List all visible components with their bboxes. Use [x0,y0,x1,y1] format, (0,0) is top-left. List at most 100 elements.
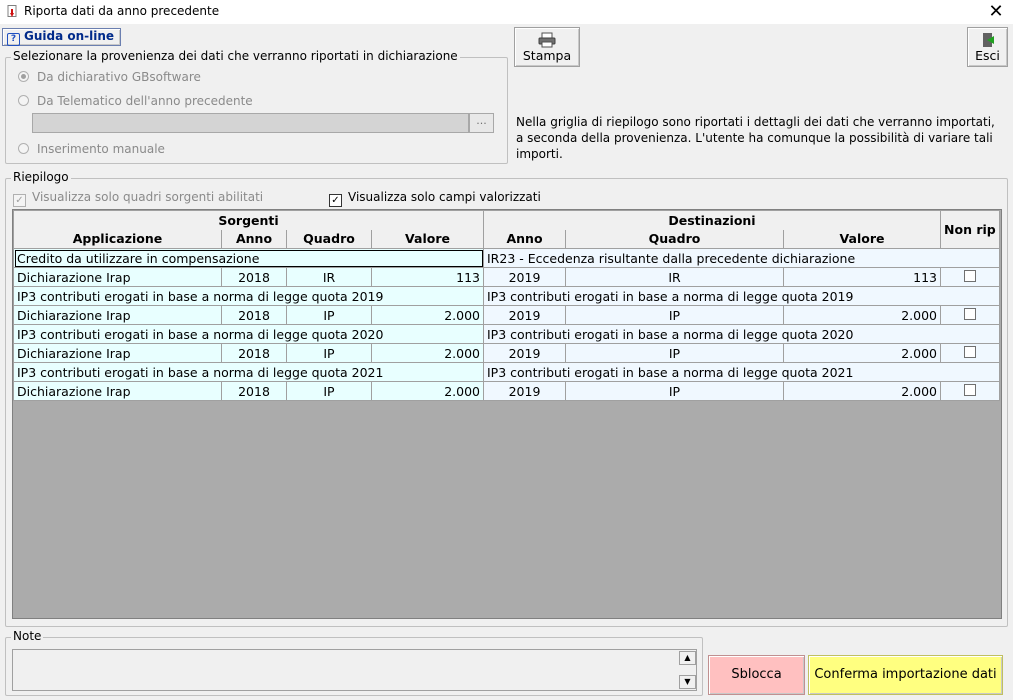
checkbox-box: ✓ [13,194,26,207]
printer-icon [538,32,556,48]
guida-online-label: Guida on-line [24,29,115,43]
non-rip-checkbox[interactable] [963,307,976,320]
cell-valore-dst[interactable]: 113 [783,267,941,287]
cell-quadro-src[interactable]: IP [286,305,372,325]
checkbox-label: Visualizza solo campi valorizzati [348,190,541,204]
note-textarea[interactable]: ▲ ▼ [12,649,697,691]
cell-valore-dst[interactable]: 2.000 [783,343,941,363]
cell-anno-dst[interactable]: 2019 [483,381,566,401]
header-valore-src: Valore [371,229,484,249]
radio-manuale[interactable]: Inserimento manuale [18,142,165,156]
sblocca-button[interactable]: Sblocca [708,655,805,695]
table-row[interactable]: Dichiarazione Irap 2018 IP 2.000 2019 IP… [13,381,1000,401]
close-icon[interactable]: ✕ [985,1,1007,23]
non-rip-checkbox[interactable] [963,345,976,358]
cell-valore-dst[interactable]: 2.000 [783,305,941,325]
table-row[interactable]: Dichiarazione Irap 2018 IR 113 2019 IR 1… [13,267,1000,287]
cell-applicazione[interactable]: Dichiarazione Irap [13,305,222,325]
cell-anno-src[interactable]: 2018 [221,305,287,325]
radio-dichiarativo[interactable]: Da dichiarativo GBsoftware [18,70,201,84]
cell-dst-description[interactable]: IP3 contributi erogati in base a norma d… [483,286,1000,306]
note-title: Note [11,629,44,643]
header-quadro-src: Quadro [286,229,372,249]
app-icon [7,5,17,17]
riepilogo-title: Riepilogo [11,170,71,184]
table-row[interactable]: Dichiarazione Irap 2018 IP 2.000 2019 IP… [13,305,1000,325]
cell-non-rip[interactable] [940,267,1000,287]
radio-label: Da dichiarativo GBsoftware [37,70,201,84]
radio-telematico[interactable]: Da Telematico dell'anno precedente [18,94,253,108]
radio-label: Inserimento manuale [37,142,165,156]
table-row-description[interactable]: Credito da utilizzare in compensazione I… [13,248,1000,268]
help-icon: ? [7,33,20,46]
cell-anno-dst[interactable]: 2019 [483,267,566,287]
cell-quadro-src[interactable]: IR [286,267,372,287]
table-row-description[interactable]: IP3 contributi erogati in base a norma d… [13,286,1000,306]
esci-button[interactable]: Esci [967,27,1008,67]
cell-anno-dst[interactable]: 2019 [483,305,566,325]
header-non-rip: Non rip [940,210,1000,249]
conferma-importazione-button[interactable]: Conferma importazione dati [808,655,1003,695]
riepilogo-grid[interactable]: Sorgenti Destinazioni Non rip Applicazio… [12,209,1002,619]
check-quadri-abilitati[interactable]: ✓ Visualizza solo quadri sorgenti abilita… [13,190,263,207]
radio-label: Da Telematico dell'anno precedente [37,94,253,108]
window-title: Riporta dati da anno precedente [24,4,220,18]
stampa-button[interactable]: Stampa [514,27,580,67]
cell-anno-src[interactable]: 2018 [221,381,287,401]
stampa-label: Stampa [522,48,572,63]
radio-dot [18,71,29,82]
header-valore-dst: Valore [783,229,941,249]
non-rip-checkbox[interactable] [963,383,976,396]
guida-online-button[interactable]: ? Guida on-line [2,28,121,46]
riepilogo-table: Sorgenti Destinazioni Non rip Applicazio… [13,210,1000,401]
title-bar: Riporta dati da anno precedente ✕ [0,0,1013,24]
cell-dst-description[interactable]: IR23 - Eccedenza risultante dalla preced… [483,248,1000,268]
cell-quadro-dst[interactable]: IP [565,305,784,325]
table-row[interactable]: Dichiarazione Irap 2018 IP 2.000 2019 IP… [13,343,1000,363]
check-campi-valorizzati[interactable]: ✓ Visualizza solo campi valorizzati [329,190,541,207]
cell-anno-dst[interactable]: 2019 [483,343,566,363]
header-sorgenti: Sorgenti [13,210,484,230]
cell-quadro-src[interactable]: IP [286,343,372,363]
cell-non-rip[interactable] [940,343,1000,363]
cell-src-description[interactable]: IP3 contributi erogati in base a norma d… [13,286,484,306]
cell-dst-description[interactable]: IP3 contributi erogati in base a norma d… [483,362,1000,382]
cell-quadro-dst[interactable]: IP [565,381,784,401]
cell-anno-src[interactable]: 2018 [221,267,287,287]
header-anno-dst: Anno [483,229,566,249]
cell-non-rip[interactable] [940,381,1000,401]
cell-anno-src[interactable]: 2018 [221,343,287,363]
cell-quadro-dst[interactable]: IP [565,343,784,363]
cell-valore-src[interactable]: 113 [371,267,484,287]
cell-src-description[interactable]: Credito da utilizzare in compensazione [13,248,484,268]
browse-button[interactable]: ... [469,113,494,133]
table-row-description[interactable]: IP3 contributi erogati in base a norma d… [13,324,1000,344]
esci-label: Esci [975,48,1000,63]
header-applicazione: Applicazione [13,229,222,249]
cell-valore-src[interactable]: 2.000 [371,381,484,401]
header-destinazioni: Destinazioni [483,210,941,230]
telematico-file-field[interactable] [32,113,469,133]
cell-valore-src[interactable]: 2.000 [371,343,484,363]
cell-src-description[interactable]: IP3 contributi erogati in base a norma d… [13,362,484,382]
cell-applicazione[interactable]: Dichiarazione Irap [13,267,222,287]
header-quadro-dst: Quadro [565,229,784,249]
cell-applicazione[interactable]: Dichiarazione Irap [13,381,222,401]
cell-quadro-dst[interactable]: IR [565,267,784,287]
scroll-up-icon[interactable]: ▲ [679,651,696,665]
cell-src-description[interactable]: IP3 contributi erogati in base a norma d… [13,324,484,344]
cell-quadro-src[interactable]: IP [286,381,372,401]
non-rip-checkbox[interactable] [963,269,976,282]
scroll-down-icon[interactable]: ▼ [679,675,696,689]
cell-non-rip[interactable] [940,305,1000,325]
cell-applicazione[interactable]: Dichiarazione Irap [13,343,222,363]
cell-valore-src[interactable]: 2.000 [371,305,484,325]
cell-dst-description[interactable]: IP3 contributi erogati in base a norma d… [483,324,1000,344]
table-row-description[interactable]: IP3 contributi erogati in base a norma d… [13,362,1000,382]
radio-dot [18,143,29,154]
cell-valore-dst[interactable]: 2.000 [783,381,941,401]
checkbox-box: ✓ [329,194,342,207]
exit-door-icon [982,33,994,47]
checkbox-label: Visualizza solo quadri sorgenti abilitat… [32,190,264,204]
header-anno-src: Anno [221,229,287,249]
